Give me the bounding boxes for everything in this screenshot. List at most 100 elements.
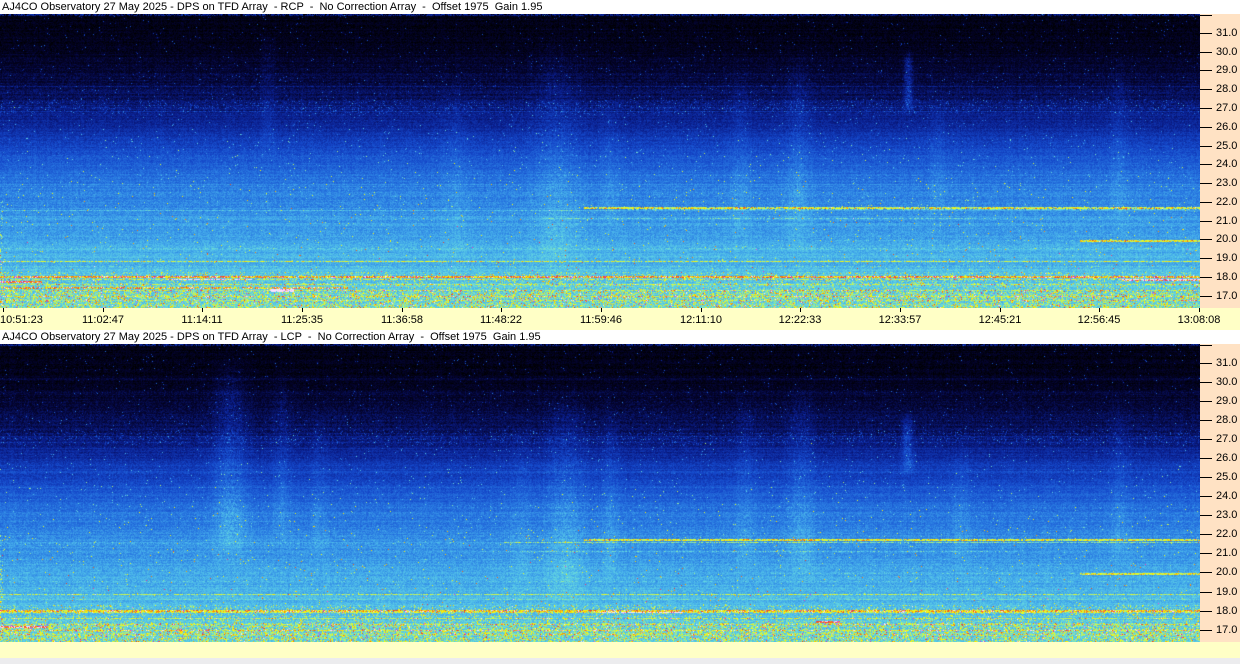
time-tick-label: 11:59:46 [566, 314, 636, 327]
freq-tick-dash [1200, 89, 1212, 90]
time-tick [1199, 308, 1200, 312]
freq-tick-label: 19.0 [1216, 586, 1237, 599]
freq-tick-label: 27.0 [1216, 433, 1237, 446]
rcp-title-bar: AJ4CO Observatory 27 May 2025 - DPS on T… [0, 0, 1240, 14]
rcp-title: AJ4CO Observatory 27 May 2025 - DPS on T… [2, 1, 542, 14]
freq-tick-dash [1200, 592, 1212, 593]
lcp-title-bar: AJ4CO Observatory 27 May 2025 - DPS on T… [0, 330, 1240, 344]
freq-tick-dash [1200, 108, 1212, 109]
freq-tick-dash [1200, 52, 1212, 53]
freq-tick-dash [1200, 382, 1212, 383]
time-tick [3, 308, 4, 312]
freq-tick-label: 31.0 [1216, 27, 1237, 40]
freq-tick-dash [1200, 439, 1212, 440]
time-tick-label: 12:56:45 [1064, 314, 1134, 327]
time-tick-label: 10:51:23 [0, 314, 60, 327]
time-axis-strip: 10:51:23 11:02:47 11:14:11 11:25:35 11:36:58… [0, 308, 1240, 330]
bottom-strip [0, 642, 1240, 658]
freq-tick-label: 23.0 [1216, 509, 1237, 522]
freq-tick-dash [1200, 296, 1212, 297]
time-tick [701, 308, 702, 312]
freq-tick-dash [1200, 183, 1212, 184]
freq-tick-dash [1200, 630, 1212, 631]
freq-tick-dash [1200, 164, 1212, 165]
freq-tick-dash [1200, 363, 1212, 364]
freq-tick-label: 18.0 [1216, 271, 1237, 284]
freq-tick-label: 27.0 [1216, 102, 1237, 115]
time-tick [800, 308, 801, 312]
freq-tick-dash [1200, 534, 1212, 535]
freq-tick-label: 22.0 [1216, 196, 1237, 209]
freq-tick-label: 20.0 [1216, 233, 1237, 246]
freq-tick-label: 21.0 [1216, 547, 1237, 560]
freq-tick-label: 25.0 [1216, 140, 1237, 153]
freq-tick-dash [1200, 572, 1212, 573]
rcp-spectrogram[interactable] [0, 14, 1200, 308]
freq-tick-label: 26.0 [1216, 121, 1237, 134]
freq-tick-dash [1200, 146, 1212, 147]
time-tick-label: 13:08:08 [1164, 314, 1234, 327]
freq-tick-label: 25.0 [1216, 471, 1237, 484]
freq-tick-dash [1200, 515, 1212, 516]
time-tick [1099, 308, 1100, 312]
freq-tick-label: 26.0 [1216, 452, 1237, 465]
freq-tick-label: 24.0 [1216, 490, 1237, 503]
freq-tick-dash [1200, 458, 1212, 459]
time-tick [302, 308, 303, 312]
time-tick [103, 308, 104, 312]
freq-tick-dash [1200, 202, 1212, 203]
freq-tick-label: 30.0 [1216, 376, 1237, 389]
time-tick [1000, 308, 1001, 312]
freq-top-tick [1200, 15, 1212, 16]
freq-tick-dash [1200, 496, 1212, 497]
time-tick-label: 11:02:47 [68, 314, 138, 327]
lcp-title: AJ4CO Observatory 27 May 2025 - DPS on T… [2, 331, 541, 344]
freq-tick-label: 29.0 [1216, 64, 1237, 77]
time-tick [501, 308, 502, 312]
time-tick-label: 12:22:33 [765, 314, 835, 327]
freq-tick-dash [1200, 33, 1212, 34]
freq-tick-label: 23.0 [1216, 177, 1237, 190]
time-tick-label: 12:11:10 [666, 314, 736, 327]
freq-tick-label: 17.0 [1216, 624, 1237, 637]
rcp-frequency-axis: 31.0 30.0 29.0 28.0 27.0 26.0 25.0 24.0 23.0 22.0… [1200, 14, 1240, 308]
time-tick-label: 11:36:58 [367, 314, 437, 327]
freq-tick-label: 21.0 [1216, 215, 1237, 228]
freq-tick-dash [1200, 401, 1212, 402]
freq-tick-dash [1200, 553, 1212, 554]
freq-tick-dash [1200, 611, 1212, 612]
freq-tick-dash [1200, 477, 1212, 478]
freq-tick-label: 17.0 [1216, 290, 1237, 303]
time-tick-label: 11:14:11 [167, 314, 237, 327]
freq-tick-label: 22.0 [1216, 528, 1237, 541]
time-tick-label: 12:45:21 [965, 314, 1035, 327]
lcp-spectrogram[interactable] [0, 344, 1200, 642]
freq-tick-label: 28.0 [1216, 414, 1237, 427]
time-tick [402, 308, 403, 312]
freq-tick-dash [1200, 420, 1212, 421]
time-tick [900, 308, 901, 312]
freq-tick-label: 19.0 [1216, 252, 1237, 265]
window-bottom-edge [0, 658, 1240, 664]
freq-tick-dash [1200, 221, 1212, 222]
freq-tick-dash [1200, 258, 1212, 259]
time-tick [601, 308, 602, 312]
time-tick-label: 12:33:57 [865, 314, 935, 327]
time-tick-label: 11:48:22 [466, 314, 536, 327]
freq-tick-label: 29.0 [1216, 395, 1237, 408]
freq-tick-label: 31.0 [1216, 357, 1237, 370]
time-tick-label: 11:25:35 [267, 314, 337, 327]
freq-tick-label: 24.0 [1216, 158, 1237, 171]
freq-tick-label: 18.0 [1216, 605, 1237, 618]
freq-tick-dash [1200, 70, 1212, 71]
lcp-frequency-axis: 31.0 30.0 29.0 28.0 27.0 26.0 25.0 24.0 23.0 22.0… [1200, 344, 1240, 642]
freq-tick-label: 20.0 [1216, 566, 1237, 579]
spectrograph-window: AJ4CO Observatory 27 May 2025 - DPS on T… [0, 0, 1240, 664]
freq-top-tick [1200, 345, 1212, 346]
freq-tick-dash [1200, 127, 1212, 128]
freq-tick-dash [1200, 277, 1212, 278]
freq-tick-label: 28.0 [1216, 83, 1237, 96]
time-tick [202, 308, 203, 312]
freq-tick-label: 30.0 [1216, 46, 1237, 59]
freq-tick-dash [1200, 239, 1212, 240]
